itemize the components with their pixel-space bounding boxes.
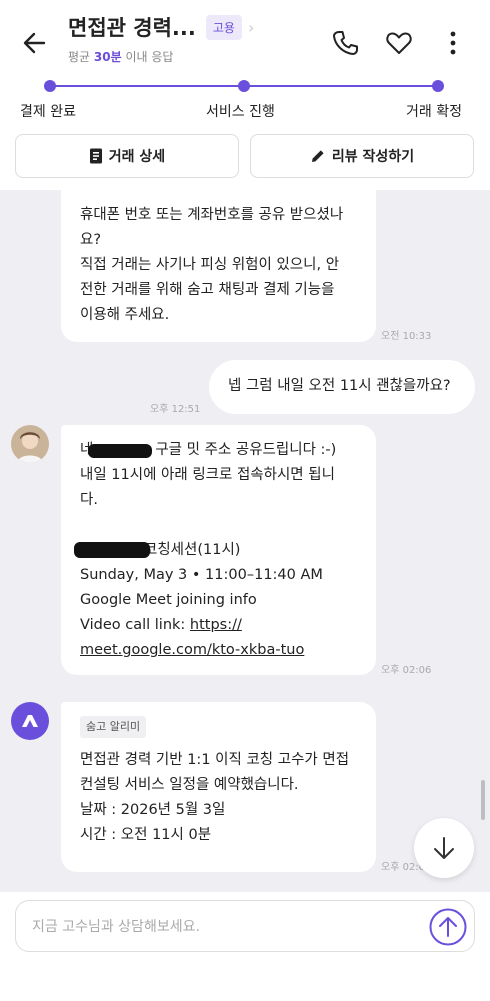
- header-title-block[interactable]: 면접관 경력... 고용 › 평균 30분 이내 응답: [68, 12, 328, 65]
- chat-scrollbar[interactable]: [481, 780, 485, 820]
- message-outgoing: 넵 그럼 내일 오전 11시 괜찮을까요?: [209, 360, 475, 414]
- more-button[interactable]: [438, 28, 468, 58]
- arrow-up-circle-icon: [429, 908, 467, 946]
- message-time: 오전 10:33: [381, 331, 432, 342]
- message-time: 오후 12:51: [150, 404, 201, 415]
- soomgo-avatar[interactable]: [11, 702, 49, 740]
- meet-link[interactable]: https://: [190, 617, 242, 633]
- phone-icon: [333, 31, 358, 55]
- redacted-text: [74, 542, 150, 558]
- arrow-left-icon: [23, 32, 46, 54]
- status-badge: 고용: [205, 14, 242, 40]
- progress-dot-service: [238, 80, 250, 92]
- progress-label-confirm: 거래 확정: [406, 104, 462, 120]
- profile-photo-icon: [11, 425, 49, 463]
- send-button[interactable]: [428, 907, 468, 947]
- call-button[interactable]: [330, 28, 360, 58]
- message-input[interactable]: [32, 915, 422, 939]
- deal-details-button[interactable]: 거래 상세: [15, 134, 239, 178]
- response-time: 평균 30분 이내 응답: [68, 50, 174, 64]
- soomgo-logo-icon: [22, 715, 38, 727]
- provider-avatar[interactable]: [11, 425, 49, 463]
- message-input-wrap: [15, 900, 475, 952]
- progress-label-paid: 결제 완료: [20, 104, 76, 120]
- message-safety-notice: 휴대폰 번호 또는 계좌번호를 공유 받으셨나 요? 직접 거래는 사기나 피싱…: [61, 190, 376, 342]
- progress-dot-confirm: [432, 80, 444, 92]
- chevron-right-icon: ›: [247, 17, 255, 37]
- favorite-button[interactable]: [384, 28, 414, 58]
- progress-label-service: 서비스 진행: [206, 104, 275, 120]
- deal-details-label: 거래 상세: [108, 149, 166, 165]
- chat-header: 면접관 경력... 고용 › 평균 30분 이내 응답 결제 완료 서비스 진행 거…: [0, 0, 490, 190]
- redacted-text: [88, 444, 152, 458]
- deal-progress: [44, 80, 444, 92]
- more-vertical-icon: [450, 31, 456, 55]
- composer: [0, 892, 490, 1001]
- message-notification: 숨고 알리미 면접관 경력 기반 1:1 이직 코칭 고수가 면접 컨설팅 서비…: [61, 702, 376, 872]
- meet-link-continued[interactable]: meet.google.com/kto-xkba-tuo: [80, 642, 304, 658]
- chat-area[interactable]: 휴대폰 번호 또는 계좌번호를 공유 받으셨나 요? 직접 거래는 사기나 피싱…: [0, 190, 490, 892]
- chat-title: 면접관 경력...: [68, 16, 196, 40]
- progress-dot-paid: [44, 80, 56, 92]
- pencil-icon: [311, 150, 324, 162]
- back-button[interactable]: [20, 28, 50, 58]
- write-review-label: 리뷰 작성하기: [331, 149, 415, 165]
- arrow-down-icon: [434, 837, 454, 859]
- receipt-icon: [89, 148, 102, 164]
- write-review-button[interactable]: 리뷰 작성하기: [250, 134, 474, 178]
- heart-icon: [386, 32, 412, 54]
- scroll-to-bottom-button[interactable]: [414, 818, 474, 878]
- notification-tag: 숨고 알리미: [80, 716, 147, 738]
- message-time: 오후 02:06: [381, 665, 432, 676]
